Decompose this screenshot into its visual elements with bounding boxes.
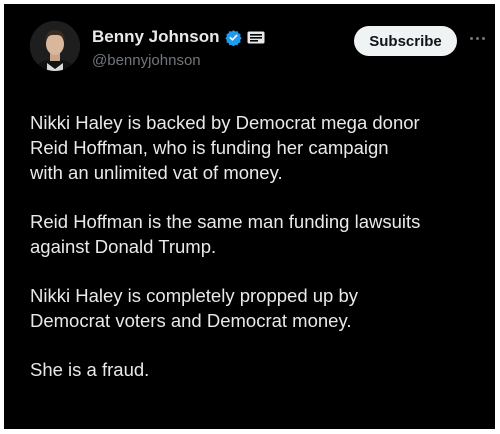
- tweet-paragraph: Reid Hoffman is the same man funding law…: [30, 211, 421, 257]
- tweet-paragraph: Nikki Haley is backed by Democrat mega d…: [30, 112, 420, 183]
- subscribe-button[interactable]: Subscribe: [354, 26, 457, 56]
- tweet-text: Nikki Haley is backed by Democrat mega d…: [30, 110, 490, 382]
- verified-check-icon[interactable]: [224, 29, 242, 46]
- tweet-paragraph: She is a fraud.: [30, 359, 150, 380]
- tweet-card: Benny Johnson @bennyjohnson Subscribe Ni…: [4, 4, 495, 429]
- more-dot-icon: [475, 36, 479, 40]
- author-display-name[interactable]: Benny Johnson: [92, 27, 220, 47]
- author-name-row: Benny Johnson: [92, 27, 265, 47]
- more-options-icon[interactable]: [465, 28, 489, 48]
- author-handle[interactable]: @bennyjohnson: [92, 52, 201, 69]
- more-dot-icon: [481, 36, 485, 40]
- avatar[interactable]: [30, 21, 80, 71]
- affiliate-badge-icon[interactable]: [247, 31, 265, 44]
- tweet-paragraph: Nikki Haley is completely propped up by …: [30, 285, 359, 331]
- more-dot-icon: [469, 36, 473, 40]
- avatar-image: [30, 21, 80, 71]
